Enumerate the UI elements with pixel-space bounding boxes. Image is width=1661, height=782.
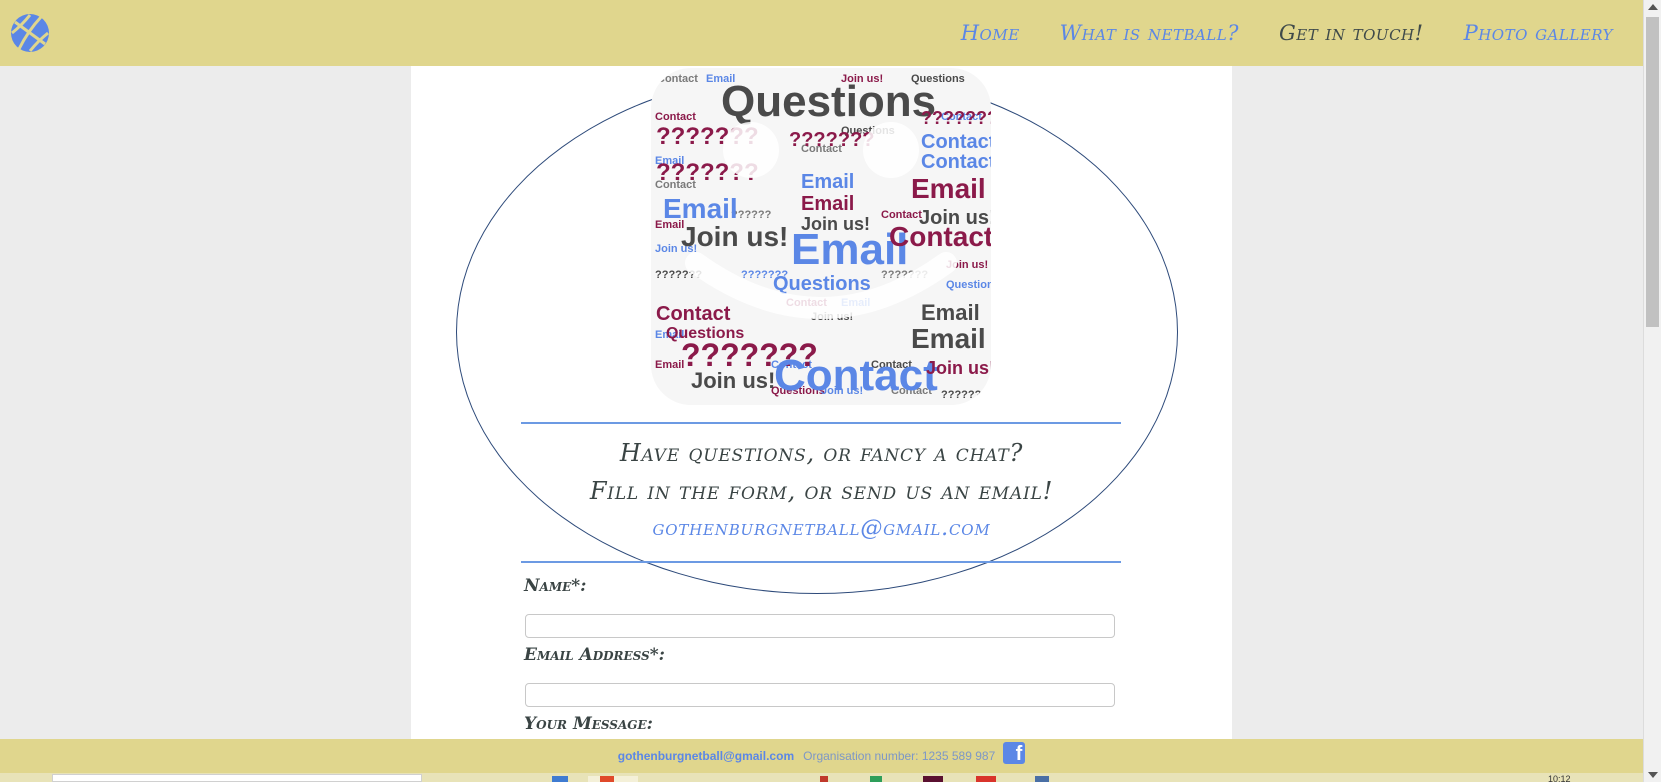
svg-text:Email: Email — [663, 193, 738, 224]
svg-text:Email: Email — [921, 300, 980, 325]
name-label: Name*: — [524, 576, 587, 596]
message-label: Your Message: — [524, 714, 653, 734]
email-input[interactable] — [525, 683, 1115, 707]
taskbar-clock: 10:12 — [1548, 775, 1571, 782]
taskbar-app-icon[interactable] — [976, 776, 996, 782]
svg-text:Email: Email — [911, 173, 986, 204]
netball-icon[interactable] — [10, 13, 50, 53]
nav-photo-gallery-link[interactable]: Photo gallery — [1464, 21, 1613, 45]
svg-text:Questions: Questions — [721, 77, 936, 126]
taskbar-app-icon[interactable] — [600, 776, 614, 782]
scroll-up-arrow-icon[interactable] — [1648, 4, 1658, 10]
nav-links: Home What is netball? Get in touch! Phot… — [961, 0, 1643, 66]
svg-text:Email: Email — [911, 323, 986, 354]
taskbar-app-icon[interactable] — [552, 776, 568, 782]
os-taskbar: 10:12 — [0, 773, 1643, 782]
taskbar-search-box[interactable] — [52, 774, 422, 782]
scroll-down-arrow-icon[interactable] — [1648, 772, 1658, 778]
svg-text:Join us!: Join us! — [681, 221, 788, 252]
name-input[interactable] — [525, 614, 1115, 638]
svg-text:Join us!: Join us! — [926, 358, 991, 378]
svg-text:???????: ??????? — [941, 389, 988, 401]
nav-home-link[interactable]: Home — [961, 21, 1020, 45]
svg-text:Questions: Questions — [946, 279, 991, 291]
intro-line-2: Fill in the form, or send us an email! — [589, 477, 1054, 505]
svg-text:Contact: Contact — [656, 303, 731, 325]
intro-line-1: Have questions, or fancy a chat? — [619, 439, 1024, 467]
nav-what-is-netball-link[interactable]: What is netball? — [1060, 21, 1239, 45]
facebook-icon[interactable]: f — [1003, 742, 1026, 764]
taskbar-app-icon[interactable] — [923, 776, 943, 782]
svg-text:???????: ??????? — [921, 108, 991, 128]
svg-text:Contact: Contact — [655, 111, 696, 123]
taskbar-app-icon[interactable] — [1035, 776, 1049, 782]
svg-text:Contact: Contact — [921, 131, 991, 153]
footer-email-link[interactable]: gothenburgnetball@gmail.com — [618, 749, 794, 763]
divider-bottom — [521, 561, 1121, 563]
svg-text:Email: Email — [655, 359, 684, 371]
svg-text:Contact: Contact — [889, 221, 991, 252]
svg-text:Contact: Contact — [921, 151, 991, 173]
svg-text:Questions: Questions — [773, 273, 871, 295]
footer-bar: gothenburgnetball@gmail.com Organisation… — [0, 739, 1643, 773]
main-content: Contact Email Join us! Questions Contact… — [411, 66, 1232, 739]
page-scrollbar[interactable] — [1643, 0, 1661, 782]
footer-org-number: Organisation number: 1235 589 987 — [803, 749, 996, 763]
taskbar-app-icon[interactable] — [820, 776, 828, 782]
svg-text:Email: Email — [801, 193, 854, 215]
contact-email-link[interactable]: gothenburgnetball@gmail.com — [411, 516, 1232, 541]
top-navbar: Home What is netball? Get in touch! Phot… — [0, 0, 1643, 66]
nav-get-in-touch-link[interactable]: Get in touch! — [1279, 21, 1424, 45]
svg-text:???????: ??????? — [789, 129, 875, 151]
svg-text:Email: Email — [801, 171, 854, 193]
email-label: Email Address*: — [524, 645, 665, 665]
smiley-wordcloud-image: Contact Email Join us! Questions Contact… — [651, 68, 991, 405]
svg-text:Join us!: Join us! — [691, 368, 775, 393]
svg-text:Contact: Contact — [774, 351, 938, 400]
svg-text:Contact: Contact — [881, 209, 922, 221]
scroll-thumb[interactable] — [1646, 17, 1659, 327]
divider-top — [521, 422, 1121, 424]
taskbar-app-icon[interactable] — [870, 776, 882, 782]
svg-text:Contact: Contact — [657, 73, 698, 85]
